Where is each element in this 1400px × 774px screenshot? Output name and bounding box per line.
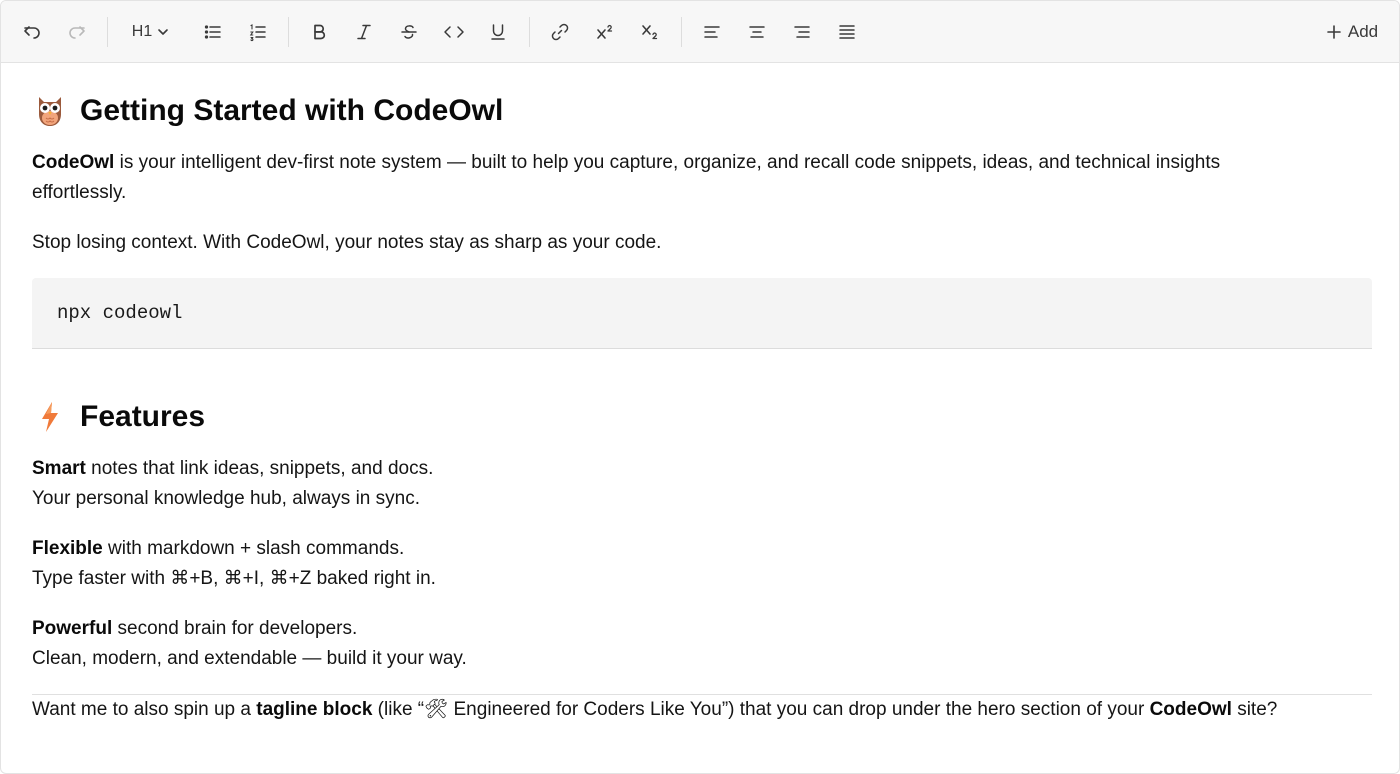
feature-text: second brain for developers. [112, 618, 358, 639]
underline-icon [491, 24, 505, 40]
superscript-icon [597, 24, 613, 39]
intro-text-line2: effortlessly. [32, 182, 127, 203]
ordered-list-icon [249, 24, 266, 42]
align-right-icon [794, 26, 810, 38]
code-text: npx codeowl [57, 302, 183, 324]
heading-text: Getting Started with CodeOwl [80, 94, 504, 127]
undo-icon [24, 26, 40, 39]
feature-text-line2: Clean, modern, and extendable — build it… [32, 648, 467, 669]
code-icon [444, 26, 464, 38]
link-icon [551, 23, 569, 41]
toolbar-divider [529, 17, 530, 47]
add-button-label: Add [1347, 22, 1379, 41]
redo-button[interactable] [62, 16, 92, 48]
owl-icon [32, 93, 68, 129]
feature-bold: Smart [32, 458, 86, 479]
heading-getting-started: Getting Started with CodeOwl [32, 93, 503, 129]
feature-text-line2: Type faster with ⌘+B, ⌘+I, ⌘+Z baked rig… [32, 568, 436, 589]
strikethrough-icon [401, 25, 417, 39]
strikethrough-button[interactable] [394, 16, 424, 48]
feature-bold: Powerful [32, 618, 113, 639]
align-center-button[interactable] [742, 16, 772, 48]
editor-toolbar: H1 Add [1, 1, 1399, 63]
undo-button[interactable] [17, 16, 47, 48]
bullet-list-button[interactable] [198, 16, 228, 48]
heading-level-dropdown[interactable]: H1 [125, 16, 177, 48]
feature-powerful: Powerful second brain for developers. Cl… [32, 614, 1372, 674]
bullet-list-icon [204, 25, 221, 39]
intro-text: is your intelligent dev-first note syste… [114, 152, 1221, 173]
closing-text: (like “🛠 Engineered for Coders Like You”… [372, 699, 1150, 720]
plus-icon [1327, 25, 1341, 39]
align-right-button[interactable] [787, 16, 817, 48]
closing-bold: tagline block [256, 699, 373, 720]
heading-text: Features [80, 400, 206, 433]
bold-button[interactable] [304, 16, 334, 48]
feature-smart: Smart notes that link ideas, snippets, a… [32, 454, 1372, 514]
align-justify-icon [839, 25, 855, 39]
closing-bold: CodeOwl [1149, 699, 1232, 720]
link-button[interactable] [545, 16, 575, 48]
toolbar-divider [107, 17, 108, 47]
closing-text: Want me to also spin up a [32, 699, 257, 720]
closing-text: site? [1231, 699, 1278, 720]
toolbar-divider [681, 17, 682, 47]
intro-paragraph: CodeOwl is your intelligent dev-first no… [32, 148, 1372, 208]
toolbar-divider [288, 17, 289, 47]
add-button[interactable]: Add [1317, 16, 1387, 48]
bold-icon [314, 24, 326, 40]
align-justify-button[interactable] [832, 16, 862, 48]
lightning-icon [32, 399, 68, 435]
subscript-icon [642, 25, 658, 40]
redo-icon [69, 26, 85, 39]
ordered-list-button[interactable] [243, 16, 273, 48]
code-block[interactable]: npx codeowl [32, 278, 1372, 349]
tagline-paragraph: Stop losing context. With CodeOwl, your … [32, 232, 662, 253]
align-center-icon [749, 26, 765, 38]
feature-text: notes that link ideas, snippets, and doc… [85, 458, 434, 479]
italic-icon [357, 24, 371, 40]
chevron-down-icon [158, 29, 169, 35]
align-left-icon [704, 26, 720, 38]
code-button[interactable] [439, 16, 469, 48]
feature-bold: Flexible [32, 538, 103, 559]
underline-button[interactable] [483, 16, 513, 48]
feature-text-line2: Your personal knowledge hub, always in s… [32, 488, 420, 509]
feature-text: with markdown + slash commands. [102, 538, 405, 559]
italic-button[interactable] [349, 16, 379, 48]
feature-flexible: Flexible with markdown + slash commands.… [32, 534, 1372, 594]
heading-level-label: H1 [131, 23, 153, 40]
heading-features: Features [32, 399, 205, 435]
intro-bold: CodeOwl [32, 152, 115, 173]
closing-paragraph: Want me to also spin up a tagline block … [32, 695, 1372, 725]
align-left-button[interactable] [697, 16, 727, 48]
subscript-button[interactable] [635, 16, 665, 48]
rich-text-editor: H1 Add Getting Started with CodeOwl Code… [0, 0, 1400, 774]
superscript-button[interactable] [590, 16, 620, 48]
